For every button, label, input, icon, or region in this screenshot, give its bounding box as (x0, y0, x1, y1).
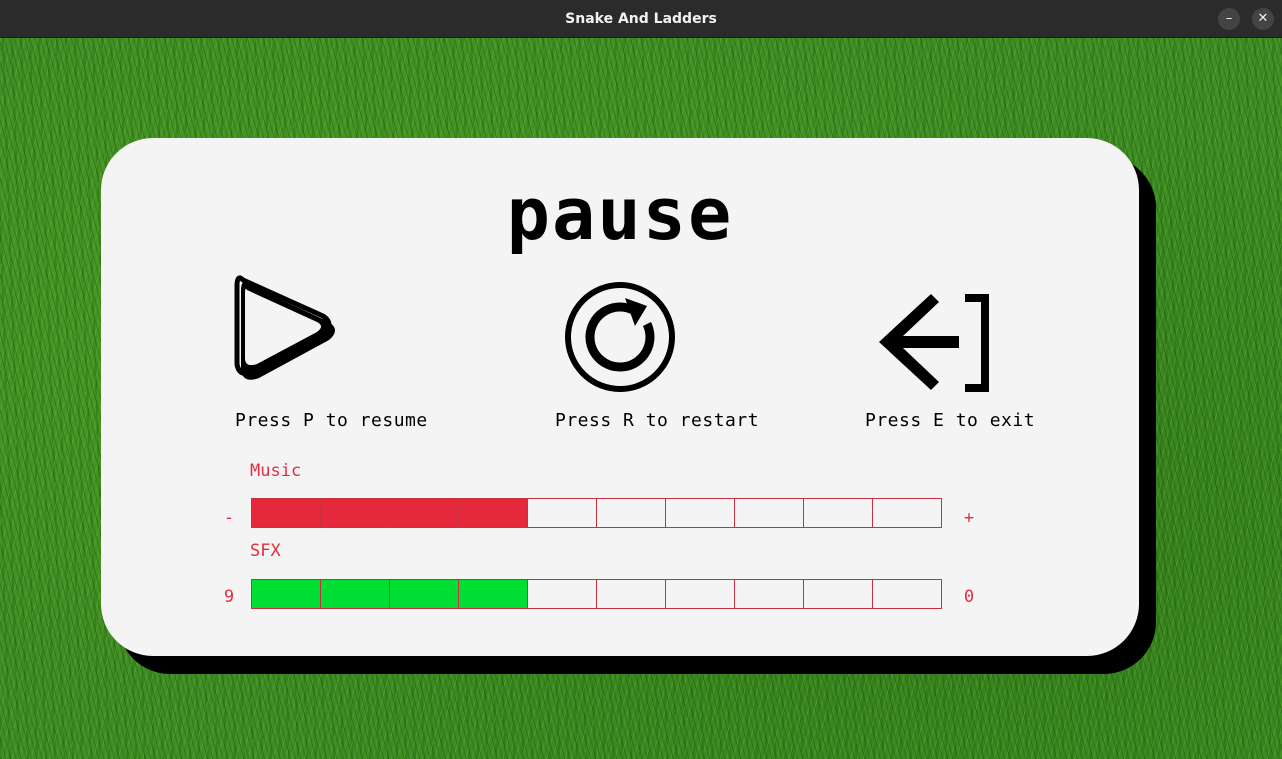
volume-segment[interactable] (665, 498, 735, 528)
music-increase[interactable]: + (959, 508, 979, 528)
music-volume-bar[interactable] (251, 498, 951, 528)
volume-segment[interactable] (596, 498, 666, 528)
volume-segment[interactable] (527, 498, 597, 528)
volume-segment[interactable] (320, 498, 390, 528)
volume-segment[interactable] (389, 498, 459, 528)
volume-segment[interactable] (320, 579, 390, 609)
volume-segment[interactable] (803, 579, 873, 609)
play-icon[interactable] (233, 270, 349, 388)
close-button[interactable]: ✕ (1252, 8, 1274, 30)
minimize-button[interactable]: – (1218, 8, 1240, 30)
volume-segment[interactable] (872, 579, 942, 609)
volume-segment[interactable] (389, 579, 459, 609)
exit-icon[interactable] (877, 290, 995, 396)
restart-label: Press R to restart (555, 410, 760, 431)
title-bar: Snake And Ladders – ✕ (0, 0, 1282, 38)
sfx-volume-bar[interactable] (251, 579, 951, 609)
game-window: Snake And Ladders – ✕ pause Press P to r… (0, 0, 1282, 759)
volume-segment[interactable] (665, 579, 735, 609)
volume-segment[interactable] (734, 498, 804, 528)
sfx-label: SFX (250, 541, 281, 561)
volume-segment[interactable] (251, 579, 321, 609)
volume-segment[interactable] (803, 498, 873, 528)
volume-segment[interactable] (458, 498, 528, 528)
music-label: Music (250, 461, 302, 481)
resume-label: Press P to resume (235, 410, 428, 431)
window-title: Snake And Ladders (565, 11, 717, 27)
pause-panel: pause Press P to resume Press R to resta… (101, 138, 1139, 656)
exit-label: Press E to exit (865, 410, 1036, 431)
volume-segment[interactable] (734, 579, 804, 609)
volume-segment[interactable] (872, 498, 942, 528)
volume-segment[interactable] (251, 498, 321, 528)
volume-segment[interactable] (458, 579, 528, 609)
volume-segment[interactable] (596, 579, 666, 609)
music-decrease[interactable]: - (219, 508, 239, 528)
volume-segment[interactable] (527, 579, 597, 609)
pause-title: pause (506, 172, 734, 256)
sfx-decrease[interactable]: 9 (219, 587, 239, 607)
restart-icon[interactable] (563, 280, 677, 394)
sfx-increase[interactable]: 0 (959, 587, 979, 607)
